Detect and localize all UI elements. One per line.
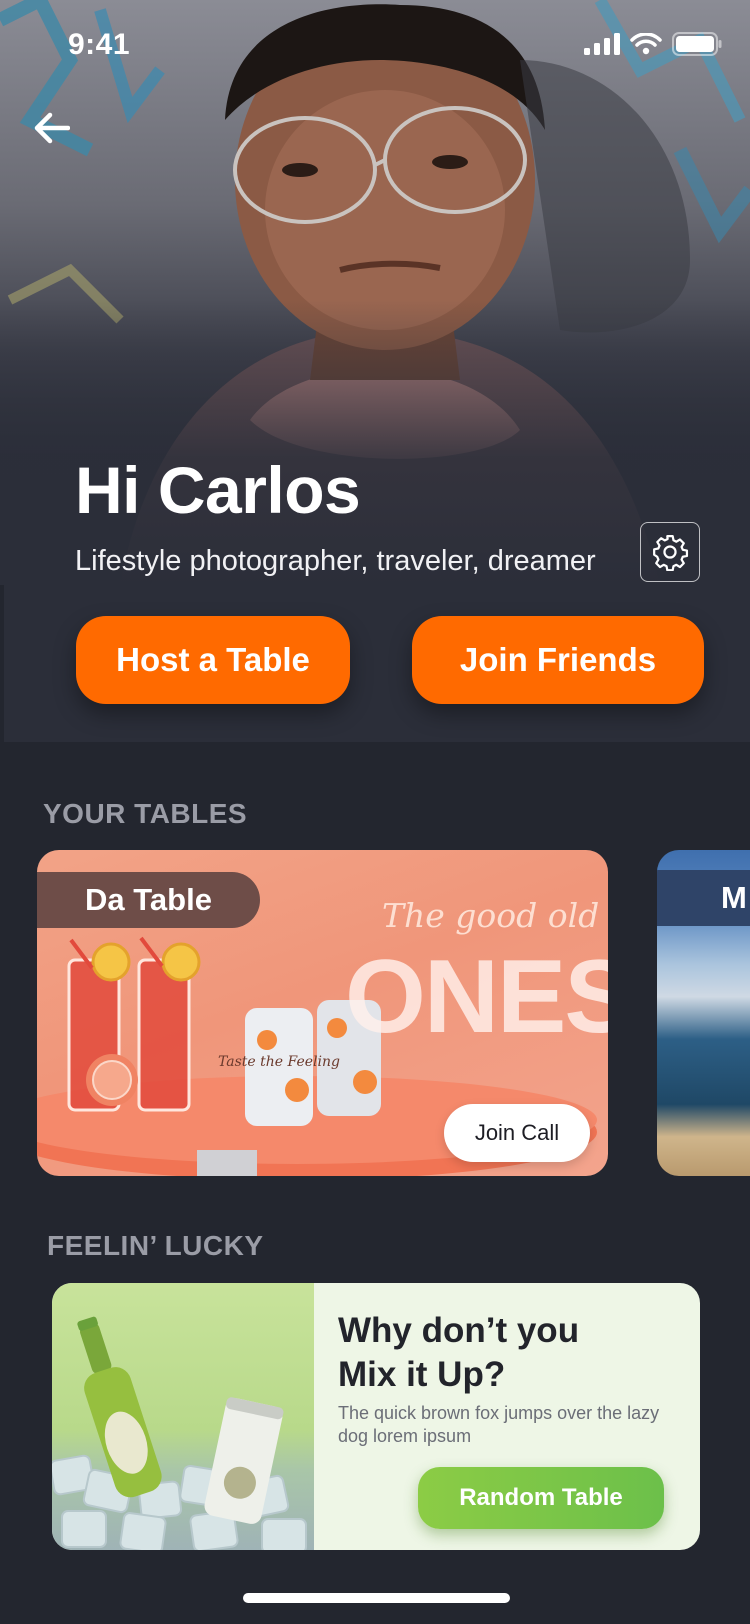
can-text: Taste the Feeling — [218, 1054, 340, 1070]
drinks-on-ice-image — [52, 1316, 307, 1550]
card-headline-big: ONES — [345, 939, 608, 1055]
hero-fade — [0, 300, 750, 585]
host-table-button[interactable]: Host a Table — [76, 616, 350, 704]
lucky-heading-line2: Mix it Up? — [338, 1355, 506, 1394]
feelin-lucky-heading: FEELIN’ LUCKY — [47, 1230, 264, 1261]
signal-icon — [584, 33, 620, 55]
card-label: Da Table — [37, 872, 260, 928]
status-time: 9:41 — [68, 28, 131, 61]
lucky-heading-line1: Why don’t you — [338, 1311, 580, 1350]
home-indicator[interactable] — [243, 1593, 510, 1603]
lucky-illustration — [52, 1283, 314, 1550]
join-friends-button[interactable]: Join Friends — [412, 616, 704, 704]
gear-icon — [653, 535, 689, 571]
table-card-da-table[interactable]: Taste the Feeling The good old ONES Da T… — [37, 850, 608, 1176]
card-label: M — [657, 870, 750, 926]
feelin-lucky-card: Why don’t you Mix it Up? The quick brown… — [52, 1283, 700, 1550]
profile-hero: 9:41 Hi Carlos Lifestyle photographer, t… — [0, 0, 750, 585]
join-call-button[interactable]: Join Call — [444, 1104, 590, 1162]
wifi-icon — [630, 33, 662, 55]
random-table-button[interactable]: Random Table — [418, 1467, 664, 1529]
back-button[interactable] — [28, 104, 76, 152]
battery-icon — [672, 32, 722, 56]
table-card-peek[interactable]: M — [657, 850, 750, 1176]
status-icons — [584, 32, 722, 56]
lucky-description: The quick brown fox jumps over the lazy … — [338, 1403, 660, 1446]
lucky-heading: Why don’t you Mix it Up? — [338, 1309, 678, 1397]
arrow-left-icon — [34, 112, 70, 144]
settings-button[interactable] — [640, 522, 700, 582]
greeting-title: Hi Carlos — [75, 453, 361, 527]
your-tables-heading: YOUR TABLES — [43, 798, 248, 829]
profile-bio: Lifestyle photographer, traveler, dreame… — [75, 545, 596, 577]
card-headline-script: The good old — [382, 896, 600, 935]
status-bar: 9:41 — [0, 0, 750, 90]
